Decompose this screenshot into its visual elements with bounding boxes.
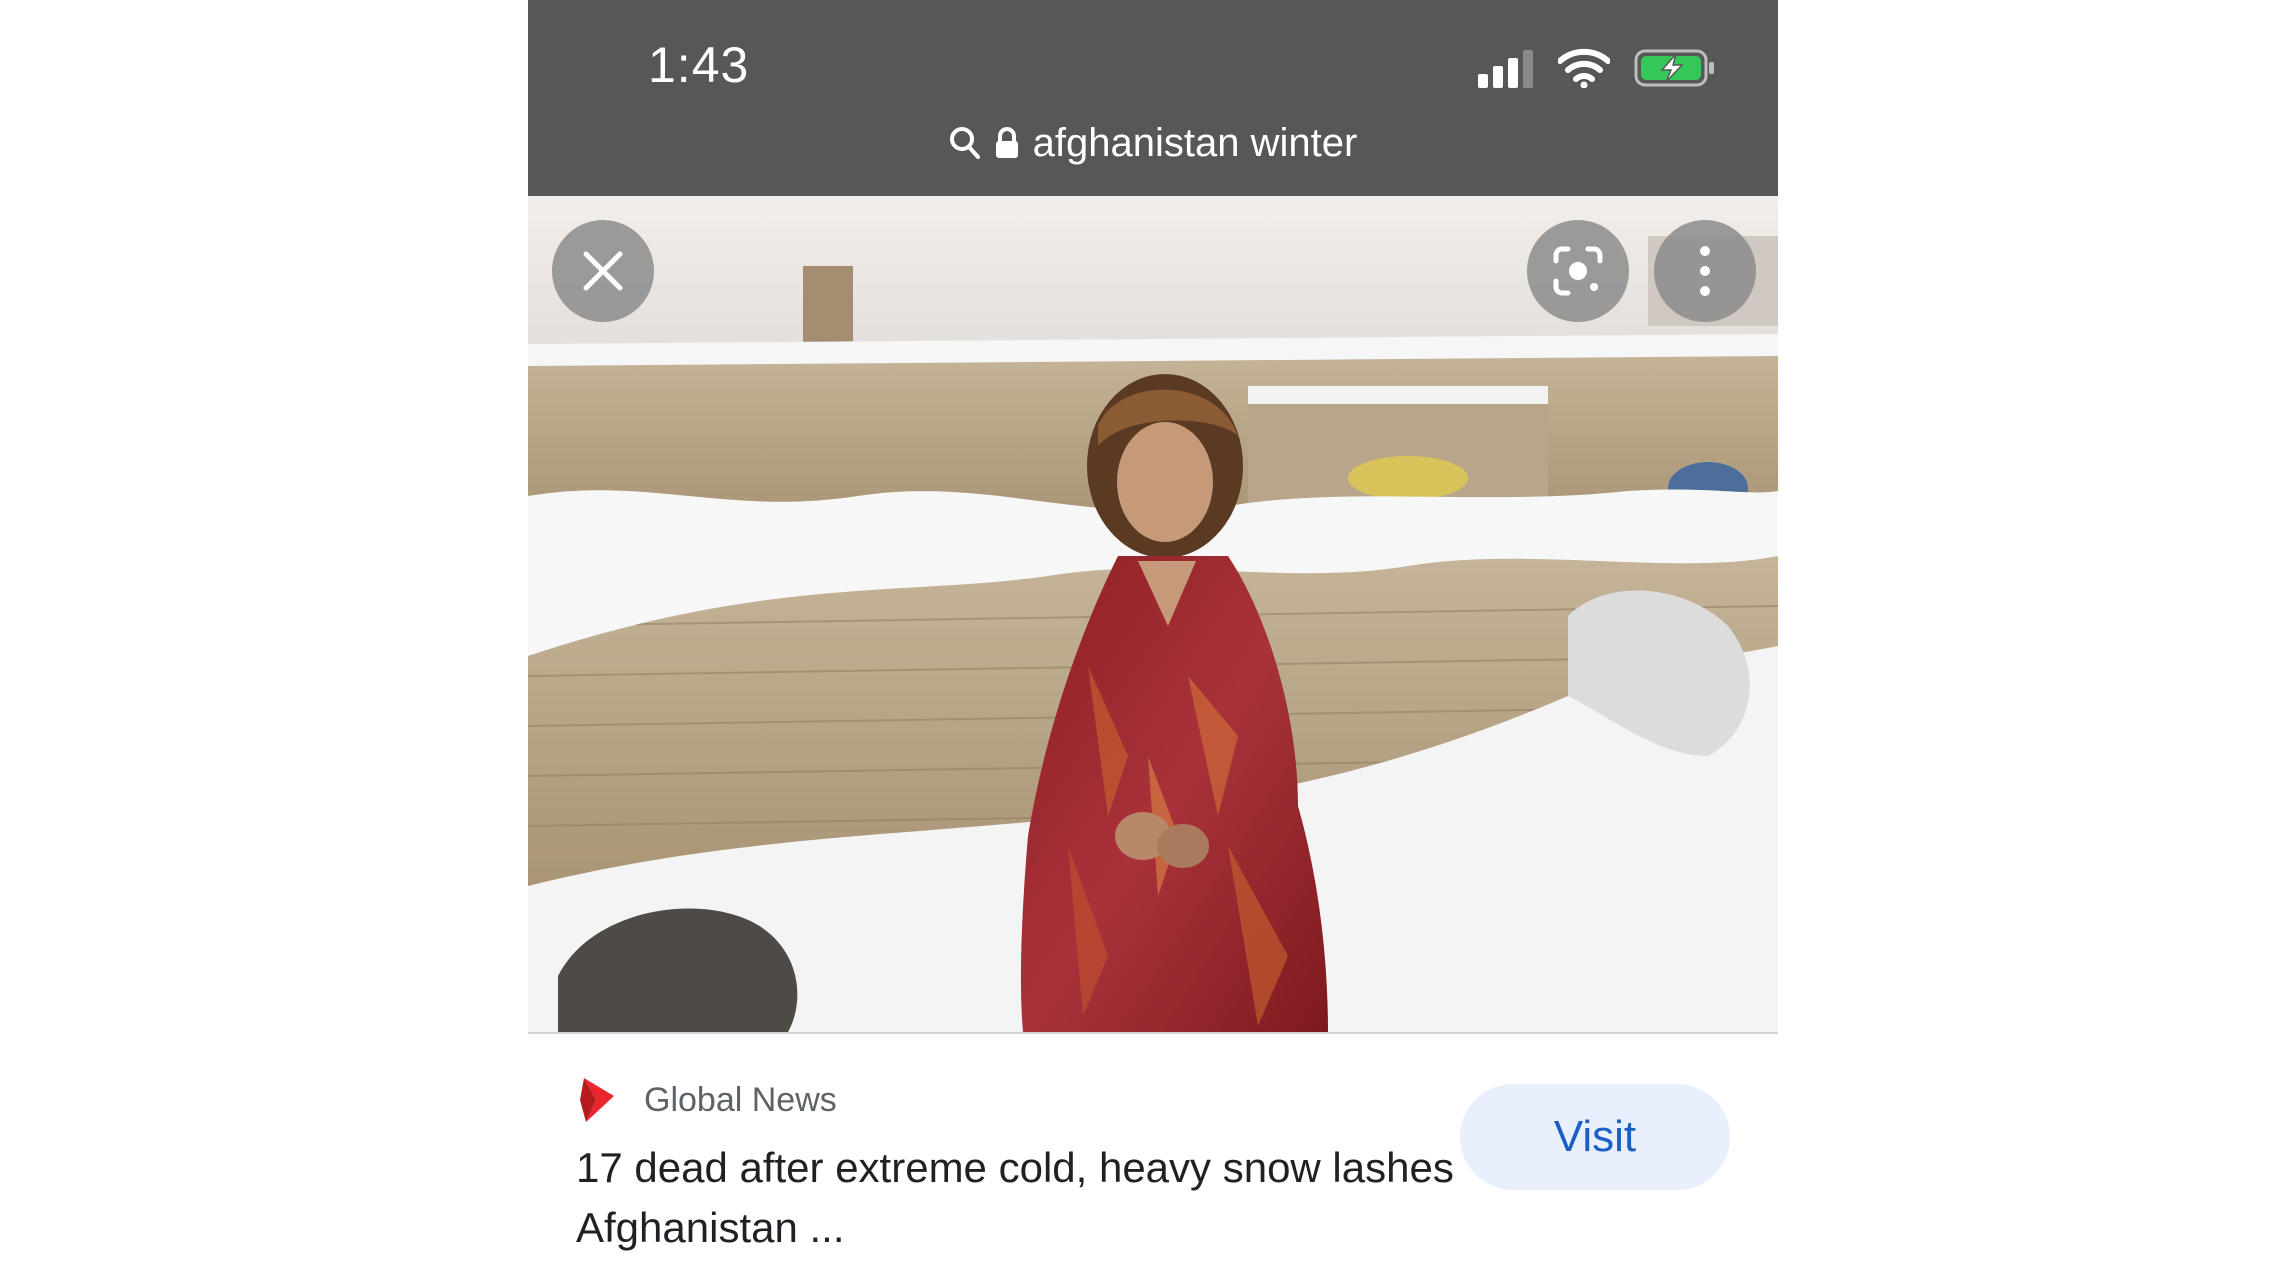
google-lens-icon <box>1553 246 1603 296</box>
result-source[interactable]: Global News <box>576 1074 837 1126</box>
global-news-logo-icon <box>580 1078 614 1122</box>
search-icon <box>949 126 981 160</box>
close-button[interactable] <box>552 220 654 322</box>
more-options-button[interactable] <box>1654 220 1756 322</box>
phone-screen: 1:43 afghanistan winter Global News 17 d… <box>528 0 1778 1288</box>
wifi-icon <box>1558 48 1610 88</box>
google-lens-button[interactable] <box>1527 220 1629 322</box>
status-icons <box>1478 46 1716 90</box>
divider <box>528 1032 1778 1034</box>
url-bar[interactable]: afghanistan winter <box>528 118 1778 168</box>
lock-icon <box>995 127 1019 159</box>
snow-scene-photo <box>528 196 1778 1032</box>
status-time: 1:43 <box>648 37 750 93</box>
result-title[interactable]: 17 dead after extreme cold, heavy snow l… <box>576 1138 1456 1258</box>
top-bar: 1:43 afghanistan winter <box>528 0 1778 196</box>
cellular-signal-icon <box>1478 48 1534 88</box>
search-query: afghanistan winter <box>1032 120 1358 165</box>
battery-charging-icon <box>1634 48 1716 88</box>
more-vertical-icon <box>1700 246 1710 296</box>
visit-button[interactable]: Visit <box>1460 1084 1730 1190</box>
result-image[interactable] <box>528 196 1778 1032</box>
source-name: Global News <box>644 1080 837 1119</box>
close-icon <box>583 251 623 291</box>
